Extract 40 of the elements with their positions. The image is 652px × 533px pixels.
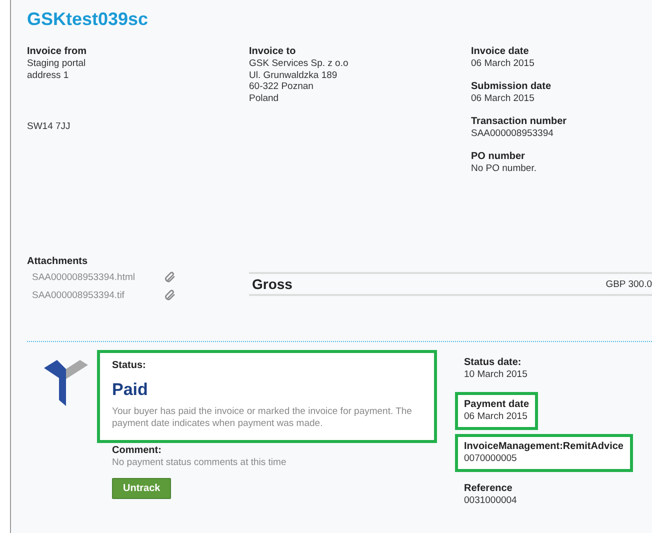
address-line: Staging portal bbox=[27, 58, 87, 70]
section-heading: Attachments bbox=[27, 256, 89, 268]
untrack-button[interactable]: Untrack bbox=[112, 478, 172, 499]
field-value: 10 March 2015 bbox=[464, 369, 528, 381]
status-value: Paid bbox=[112, 380, 149, 400]
comment-label: Comment: bbox=[112, 445, 162, 457]
address-line: Ul. Grunwaldzka 189 bbox=[249, 70, 338, 81]
gross-amount: GBP 300.0 bbox=[606, 278, 652, 290]
field-value: No PO number. bbox=[471, 163, 536, 175]
field-label: Invoice from bbox=[27, 46, 88, 58]
field-value: 06 March 2015 bbox=[464, 411, 528, 423]
field-value: 06 March 2015 bbox=[471, 93, 536, 105]
paperclip-icon[interactable] bbox=[164, 271, 176, 283]
field-value: 0031000004 bbox=[464, 495, 517, 507]
address-line: GSK Services Sp. z o.o bbox=[249, 58, 350, 70]
field-label: Submission date bbox=[471, 81, 552, 93]
field-label: Invoice to bbox=[249, 46, 297, 58]
invoice-title: GSKtest039sc bbox=[27, 8, 150, 31]
field-value: SAA000008953394 bbox=[471, 128, 554, 140]
address-line: Poland bbox=[249, 92, 280, 104]
address-line: address 1 bbox=[27, 70, 70, 81]
attachment-link[interactable]: SAA000008953394.html bbox=[32, 272, 150, 282]
field-value: 0070000005 bbox=[464, 453, 518, 465]
postcode-text: SW14 7JJ bbox=[27, 121, 72, 132]
comment-text: No payment status comments at this time bbox=[112, 457, 288, 468]
field-label: PO number bbox=[471, 151, 526, 163]
field-value: 06 March 2015 bbox=[471, 58, 534, 70]
status-description: Your buyer has paid the invoice or marked the invoice for payment. The payment date indicates when payment was made. bbox=[112, 406, 413, 430]
status-label: Status: bbox=[112, 360, 147, 372]
gross-label: Gross bbox=[252, 276, 292, 292]
paperclip-icon[interactable] bbox=[164, 289, 176, 301]
logo-icon bbox=[44, 360, 88, 406]
attachment-link[interactable]: SAA000008953394.tif bbox=[32, 290, 150, 300]
field-label: InvoiceManagement:RemitAdvice bbox=[464, 441, 624, 453]
field-label: Transaction number bbox=[471, 116, 567, 128]
field-label: Reference bbox=[464, 483, 514, 495]
address-line: 60-322 Poznan bbox=[249, 81, 314, 92]
field-label: Payment date bbox=[464, 399, 530, 411]
field-label: Status date: bbox=[464, 357, 522, 369]
field-label: Invoice date bbox=[471, 46, 530, 58]
